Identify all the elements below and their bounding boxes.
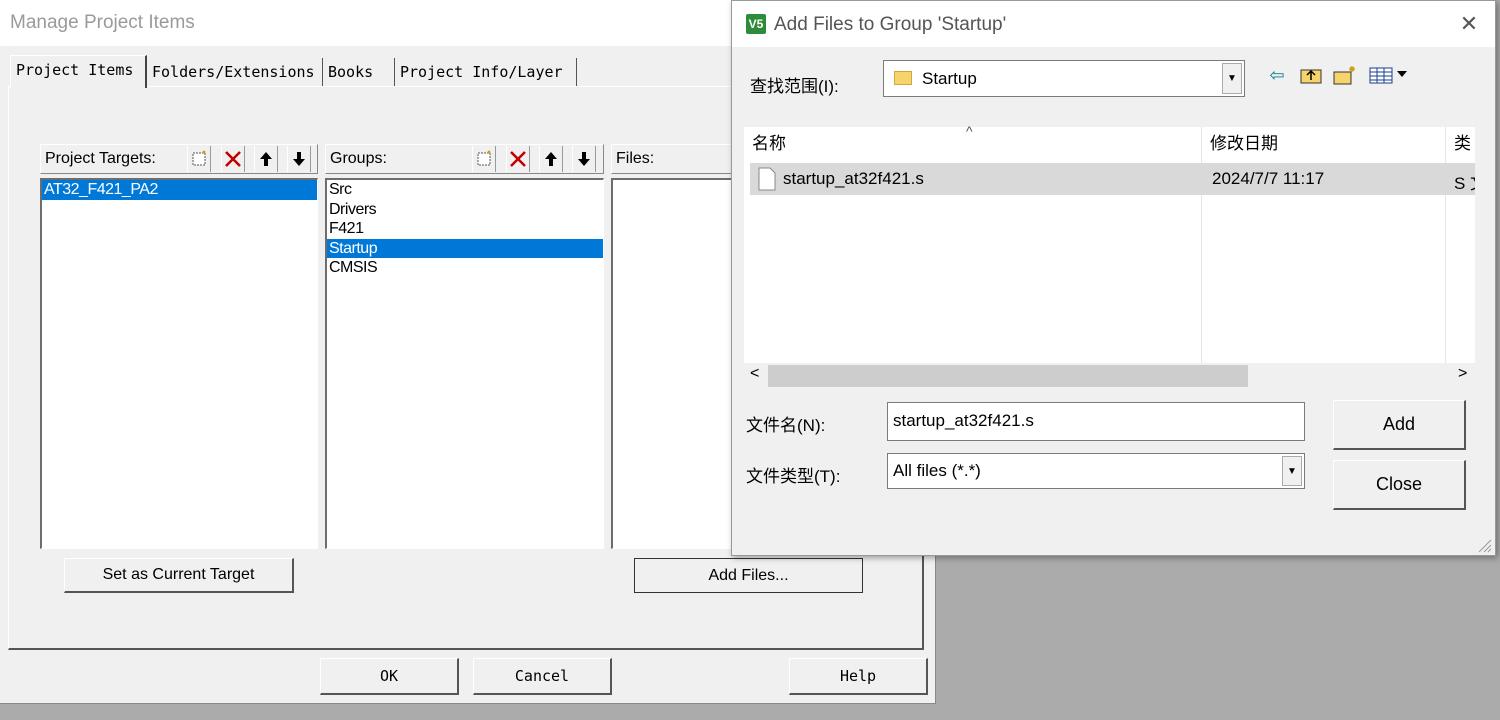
targets-header: Project Targets: [40,144,318,174]
move-target-down-button[interactable] [287,146,311,172]
tab-project-info-layer[interactable]: Project Info/Layer [395,58,577,86]
file-type: S ⁠文 [1454,174,1475,193]
filetype-value: All files (*.*) [893,461,981,480]
groups-label: Groups: [330,150,387,167]
tab-project-items[interactable]: Project Items [10,55,147,88]
column-name-label: 名称 [752,134,786,153]
add-button[interactable]: Add [1333,400,1466,450]
list-item[interactable]: F421 [327,219,603,239]
delete-icon [225,151,241,167]
groups-list[interactable]: Src Drivers F421 Startup CMSIS [325,178,604,549]
file-row[interactable]: startup_at32f421.s 2024/7/7 11:17 S ⁠文 [750,163,1475,195]
arrow-up-icon [260,152,272,166]
tab-folders-extensions[interactable]: Folders/Extensions [147,58,323,86]
chevron-down-icon[interactable]: ▼ [1222,63,1242,94]
arrow-up-icon [545,152,557,166]
new-folder-icon[interactable] [1332,63,1358,87]
scroll-right-icon[interactable]: > [1458,365,1467,383]
filetype-label: 文件类型(T): [746,467,841,486]
targets-label: Project Targets: [45,150,156,167]
column-type-label: 类 [1454,134,1471,153]
add-files-dialog: V5 Add Files to Group 'Startup' ✕ 查找范围(I… [731,0,1496,556]
list-item[interactable]: CMSIS [327,258,603,278]
look-in-combo[interactable]: Startup ▼ [883,60,1245,97]
sort-ascending-icon: ^ [966,123,973,139]
file-date: 2024/7/7 11:17 [1212,169,1325,188]
filetype-select[interactable]: All files (*.*) ▼ [887,453,1305,489]
close-button[interactable]: Close [1333,460,1466,510]
help-button[interactable]: Help [789,658,928,695]
arrow-down-icon [578,152,590,166]
look-in-value: Startup [922,69,977,88]
folder-icon [894,71,912,85]
filename-input[interactable]: startup_at32f421.s [887,402,1305,441]
horizontal-scrollbar[interactable]: < > [744,363,1475,389]
resize-grip-icon[interactable] [1476,537,1492,553]
up-folder-icon[interactable] [1298,63,1324,87]
close-icon[interactable]: ✕ [1458,13,1480,35]
groups-header: Groups: [325,144,604,174]
cancel-button[interactable]: Cancel [473,658,612,695]
list-item[interactable]: AT32_F421_PA2 [42,180,317,200]
move-group-down-button[interactable] [572,146,596,172]
scroll-left-icon[interactable]: < [750,365,759,383]
list-item[interactable]: Drivers [327,200,603,220]
new-target-button[interactable] [187,146,211,172]
new-item-icon [477,150,491,166]
dialog-title: Add Files to Group 'Startup' [774,14,1007,35]
move-target-up-button[interactable] [254,146,278,172]
file-icon [758,167,776,191]
list-item[interactable]: Src [327,180,603,200]
column-header-date[interactable]: 修改日期 [1202,127,1444,161]
new-item-icon [192,150,206,166]
list-item[interactable]: Startup [327,238,603,258]
new-group-button[interactable] [472,146,496,172]
tab-books[interactable]: Books [323,58,395,86]
add-files-button[interactable]: Add Files... [634,558,863,593]
column-date-label: 修改日期 [1210,134,1278,153]
file-name: startup_at32f421.s [783,169,924,188]
filename-value: startup_at32f421.s [893,411,1034,430]
file-list-view[interactable]: 名称 ^ 修改日期 类 startup_at32f421.s 2024/7/7 … [744,123,1475,389]
delete-icon [510,151,526,167]
files-label: Files: [616,150,655,167]
move-group-up-button[interactable] [539,146,563,172]
title-bar[interactable]: V5 Add Files to Group 'Startup' ✕ [732,1,1495,47]
delete-group-button[interactable] [506,146,530,172]
ok-button[interactable]: OK [320,658,459,695]
back-icon[interactable]: ⇦ [1264,63,1290,87]
scrollbar-thumb[interactable] [768,365,1248,387]
chevron-down-icon[interactable]: ▼ [1282,456,1302,486]
view-menu-icon[interactable] [1368,63,1410,87]
delete-target-button[interactable] [221,146,245,172]
column-header-type[interactable]: 类 [1446,127,1475,161]
keil-app-icon: V5 [746,14,766,34]
dialog-title: Manage Project Items [10,12,195,33]
filename-label: 文件名(N): [746,416,826,435]
arrow-down-icon [293,152,305,166]
set-current-target-button[interactable]: Set as Current Target [64,558,294,593]
look-in-label: 查找范围(I): [750,77,839,96]
targets-list[interactable]: AT32_F421_PA2 [40,178,318,549]
